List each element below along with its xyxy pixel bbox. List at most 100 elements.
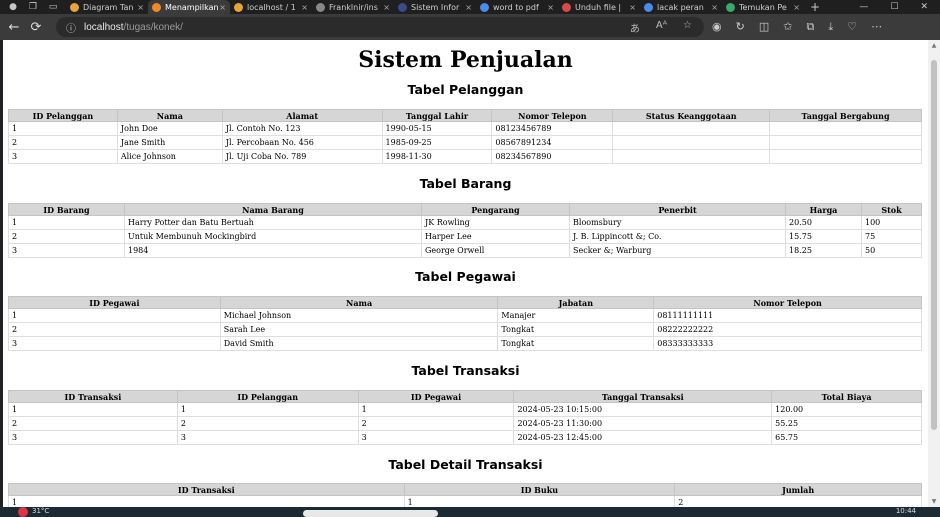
tab-close-icon[interactable]: × [383,3,390,12]
close-window-icon[interactable]: ✕ [920,2,928,12]
workspaces-icon[interactable]: ❐ [26,1,40,13]
browser-tab[interactable]: localhost / 1 × [230,0,312,14]
tab-label: Menampilkan [165,2,219,12]
browser-tab[interactable]: Unduh file | × [558,0,640,14]
table-cell: 50 [861,243,922,258]
menu-icon[interactable]: ⋯ [871,20,882,34]
maximize-icon[interactable]: ☐ [890,2,898,12]
scroll-down-arrow-icon[interactable]: ▼ [930,498,938,505]
heading-transaksi: Tabel Transaksi [411,363,520,378]
table-row: 3 Alice Johnson Jl. Uji Coba No. 789 1998-1… [8,149,922,164]
windows-taskbar: 31°C 10:44 [0,507,940,517]
tab-close-icon[interactable]: × [711,3,718,12]
scroll-thumb[interactable] [931,60,937,430]
collections-icon[interactable]: ⧉ [806,20,814,34]
browser-tab[interactable]: Diagram Tan × [66,0,148,14]
profile-icon[interactable]: ● [6,1,20,13]
table-header-row: ID Transaksi ID Pelanggan ID Pegawai Tangga… [8,390,922,403]
address-bar[interactable]: ⓘ localhost/tugas/konek/ あ Aᴬ ☆ [56,17,704,37]
tab-label: Temukan Pe [739,2,787,12]
table-row: 1 John Doe Jl. Contoh No. 123 1990-05-15 081… [8,121,922,136]
tab-close-icon[interactable]: × [219,3,226,12]
table-cell: 1 [8,215,125,230]
back-icon[interactable]: ← [6,19,22,35]
browser-tab-strip: ● ❐ ▭ Diagram Tan × Menampilkan × localhost … [0,0,940,14]
column-header: Status Keanggotaan [612,109,771,122]
column-header: Jabatan [497,296,655,309]
table-cell: 3 [8,430,178,445]
table-cell: Sarah Lee [219,322,499,337]
table-header-row: ID Transaksi ID Buku Jumlah [8,483,922,496]
column-header: Tanggal Lahir [381,109,493,122]
minimize-icon[interactable]: — [859,2,868,12]
table-cell: George Orwell [421,243,570,258]
favorite-star-icon[interactable]: ☆ [683,20,692,35]
table-cell: Tongkat [497,322,655,337]
table-cell: Bloomsbury [569,215,786,230]
site-info-icon[interactable]: ⓘ [66,20,76,35]
table-cell: 20.50 [785,215,862,230]
tab-actions-icon[interactable]: ▭ [46,1,60,13]
table-cell: 1990-05-15 [381,121,493,136]
table-cell: Alice Johnson [116,149,223,164]
table-cell: John Doe [116,121,223,136]
table-detail-transaksi: ID Transaksi ID Buku Jumlah 1 1 2 [8,483,922,507]
new-tab-button[interactable]: + [810,0,820,14]
table-cell [769,149,922,164]
tab-favicon-icon [480,2,489,12]
browser-tab[interactable]: Temukan Pe × [722,0,804,14]
downloads-icon[interactable]: ⤓ [828,20,833,34]
copilot-icon[interactable]: ♡ [847,20,857,34]
tab-close-icon[interactable]: × [137,3,144,12]
table-cell: 2 [176,416,359,431]
refresh-icon[interactable]: ⟳ [28,19,44,35]
tab-close-icon[interactable]: × [465,3,472,12]
column-header: Stok [861,203,922,216]
translate-icon[interactable]: あ [630,20,640,35]
page-title: Sistem Penjualan [358,47,573,73]
table-row: 2 Untuk Membunuh Mockingbird Harper Lee J. … [8,229,922,244]
read-aloud-icon[interactable]: Aᴬ [656,20,667,35]
table-cell: 08111111111 [653,308,922,323]
tab-close-icon[interactable]: × [629,3,636,12]
table-cell: 65.75 [771,430,922,445]
column-header: Jumlah [674,483,922,496]
heading-barang: Tabel Barang [419,176,512,191]
table-cell: 100 [861,215,922,230]
column-header: Nomor Telepon [491,109,614,122]
table-cell: Jl. Contoh No. 123 [221,121,383,136]
table-cell: Michael Johnson [219,308,499,323]
taskbar-search[interactable] [303,510,438,517]
refresh-extension-icon[interactable]: ↻ [736,20,745,34]
favorites-icon[interactable]: ✩ [783,20,792,34]
browser-tab[interactable]: Franklnir/ins × [312,0,394,14]
tab-favicon-icon [644,2,653,12]
table-cell: 18.25 [785,243,862,258]
table-row: 2 2 2 2024-05-23 11:30:00 55.25 [8,416,922,431]
table-cell: 3 [8,336,221,351]
tab-close-icon[interactable]: × [301,3,308,12]
split-screen-icon[interactable]: ◫ [759,20,769,34]
browser-tab[interactable]: lacak peran × [640,0,722,14]
scroll-up-arrow-icon[interactable]: ▲ [930,42,938,49]
table-cell: 3 [176,430,359,445]
tab-close-icon[interactable]: × [793,3,800,12]
browser-tab[interactable]: Sistem Infor × [394,0,476,14]
table-cell: 1 [8,495,405,507]
column-header: ID Pelanggan [8,109,118,122]
table-cell [769,121,922,136]
heading-detail-transaksi: Tabel Detail Transaksi [388,457,543,472]
column-header: ID Barang [8,203,125,216]
tab-label: Unduh file | [575,2,622,12]
tab-label: localhost / 1 [247,2,296,12]
weather-icon[interactable] [18,507,28,517]
extension-icon[interactable]: ◉ [712,20,722,34]
browser-tab[interactable]: word to pdf × [476,0,558,14]
browser-tab[interactable]: Menampilkan × [148,0,230,14]
column-header: ID Transaksi [8,483,405,496]
tab-favicon-icon [234,2,243,12]
page-scrollbar[interactable]: ▲ ▼ [928,40,940,507]
tab-close-icon[interactable]: × [547,3,554,12]
url-text: localhost/tugas/konek/ [84,21,183,33]
table-row: 1 Michael Johnson Manajer 08111111111 [8,308,922,323]
